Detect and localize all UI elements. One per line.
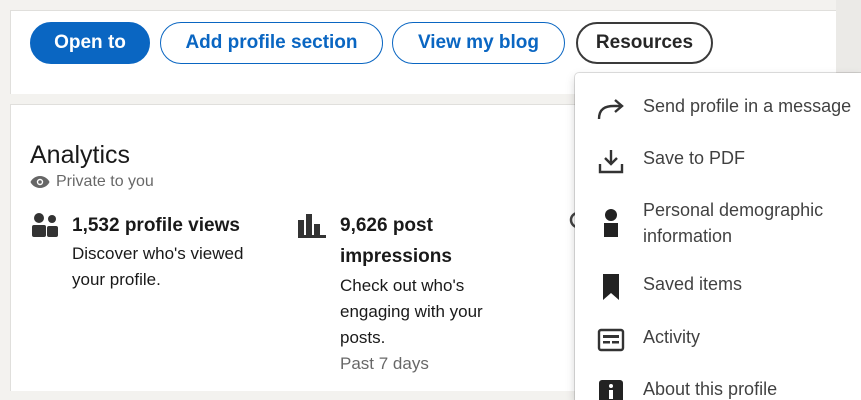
- eye-icon: [30, 176, 50, 188]
- privacy-label: Private to you: [56, 173, 154, 190]
- menu-item-label: Save to PDF: [643, 148, 746, 168]
- menu-item-label-line-1: Personal demographic: [643, 200, 824, 220]
- people-icon: [31, 212, 59, 243]
- bookmark-icon: [595, 271, 627, 303]
- post-impressions-desc-line-1: Check out who's: [340, 276, 465, 295]
- menu-item-label: Saved items: [643, 274, 743, 294]
- post-impressions-desc-line-3: posts.: [340, 328, 386, 347]
- download-icon: [595, 145, 627, 177]
- bar-chart-icon: [298, 214, 328, 243]
- menu-item-demographic-info[interactable]: Personal demographic information: [575, 197, 861, 253]
- open-to-button[interactable]: Open to: [30, 22, 150, 64]
- share-arrow-icon: [595, 93, 627, 125]
- person-icon: [595, 207, 627, 239]
- privacy-note: Private to you: [30, 173, 154, 191]
- post-impressions-desc-line-2: engaging with your: [340, 302, 483, 321]
- profile-views-link[interactable]: 1,532 profile views: [72, 213, 240, 239]
- add-profile-section-button[interactable]: Add profile section: [160, 22, 383, 64]
- analytics-title: Analytics: [30, 141, 131, 169]
- profile-views-desc-line-2: your profile.: [72, 270, 161, 289]
- menu-item-send-profile[interactable]: Send profile in a message: [575, 93, 861, 133]
- post-impressions-period: Past 7 days: [340, 354, 429, 373]
- menu-item-about-profile[interactable]: About this profile: [575, 376, 861, 400]
- post-impressions-link-line-2[interactable]: impressions: [340, 244, 452, 270]
- view-my-blog-button[interactable]: View my blog: [392, 22, 565, 64]
- resources-dropdown: Send profile in a message Save to PDF Pe…: [575, 73, 861, 400]
- activity-icon: [595, 324, 627, 356]
- resources-button[interactable]: Resources: [576, 22, 713, 64]
- menu-item-label: About this profile: [643, 379, 778, 399]
- menu-item-label: Send profile in a message: [643, 96, 852, 116]
- post-impressions-link-line-1[interactable]: 9,626 post: [340, 213, 433, 239]
- menu-item-label-line-2: information: [643, 226, 733, 246]
- menu-item-label: Activity: [643, 327, 701, 347]
- info-icon: [595, 376, 627, 400]
- menu-item-saved-items[interactable]: Saved items: [575, 271, 861, 311]
- menu-item-activity[interactable]: Activity: [575, 324, 861, 364]
- profile-views-desc-line-1: Discover who's viewed: [72, 244, 244, 263]
- menu-item-save-pdf[interactable]: Save to PDF: [575, 145, 861, 185]
